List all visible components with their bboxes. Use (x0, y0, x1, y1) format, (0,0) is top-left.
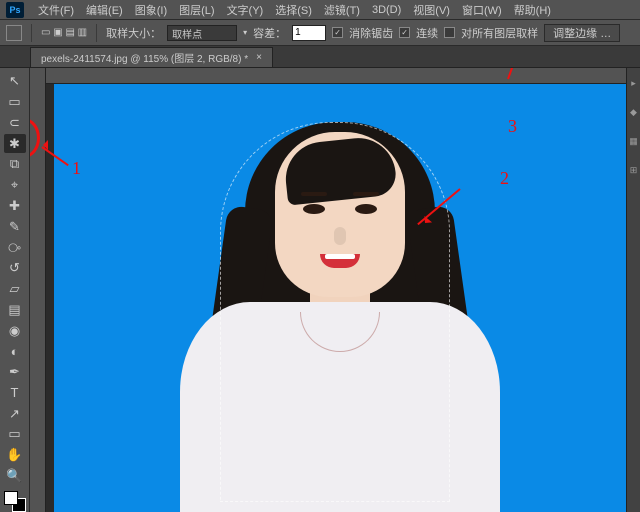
menu-help[interactable]: 帮助(H) (508, 2, 557, 18)
dodge-tool[interactable]: ◐ (4, 342, 26, 361)
antialias-label: 消除锯齿 (349, 25, 393, 41)
sample-size-label: 取样大小： (106, 25, 161, 41)
pen-tool[interactable]: ✒ (4, 363, 26, 382)
tolerance-input[interactable] (292, 25, 326, 41)
healing-tool[interactable]: ✚ (4, 197, 26, 216)
blur-tool[interactable]: ◉ (4, 321, 26, 340)
toolbox: ↖ ▭ ⊂ ✱ ⧉ ⌖ ✚ ✎ ⧂ ↺ ▱ ▤ ◉ ◐ ✒ T ↗ ▭ ✋ 🔍 (0, 68, 30, 512)
menu-view[interactable]: 视图(V) (407, 2, 456, 18)
rail-icon-expand[interactable]: ▸ (631, 78, 636, 89)
zoom-tool[interactable]: 🔍 (4, 467, 26, 486)
menu-layer[interactable]: 图层(L) (173, 2, 220, 18)
menu-type[interactable]: 文字(Y) (221, 2, 270, 18)
document-tab-title: pexels-2411574.jpg @ 115% (图层 2, RGB/8) … (41, 50, 248, 65)
menu-3d[interactable]: 3D(D) (366, 4, 407, 16)
path-select-tool[interactable]: ↗ (4, 404, 26, 423)
selection-mode-icons[interactable]: ▭ ▣ ▤ ▥ (41, 27, 87, 38)
app-logo: Ps (6, 2, 24, 18)
rail-icon-color[interactable]: ◆ (630, 107, 637, 118)
eyedropper-tool[interactable]: ⌖ (4, 176, 26, 195)
ruler-vertical (30, 68, 46, 512)
rail-icon-layers[interactable]: ⊞ (630, 165, 638, 176)
brush-tool[interactable]: ✎ (4, 217, 26, 236)
all-layers-label: 对所有图层取样 (461, 25, 538, 41)
ruler-horizontal (46, 68, 626, 84)
document-canvas[interactable] (54, 84, 626, 512)
gradient-tool[interactable]: ▤ (4, 300, 26, 319)
close-icon[interactable]: × (256, 52, 262, 63)
document-tab-bar: pexels-2411574.jpg @ 115% (图层 2, RGB/8) … (0, 46, 640, 68)
stamp-tool[interactable]: ⧂ (4, 238, 26, 257)
tool-preset-swatch[interactable] (6, 25, 22, 41)
menu-file[interactable]: 文件(F) (32, 2, 80, 18)
menu-edit[interactable]: 编辑(E) (80, 2, 129, 18)
document-tab[interactable]: pexels-2411574.jpg @ 115% (图层 2, RGB/8) … (30, 47, 273, 67)
history-brush-tool[interactable]: ↺ (4, 259, 26, 278)
canvas-area: 1 2 3 (30, 68, 626, 512)
eraser-tool[interactable]: ▱ (4, 280, 26, 299)
antialias-checkbox[interactable] (332, 27, 343, 38)
rail-icon-swatches[interactable]: ▦ (629, 136, 638, 147)
menu-window[interactable]: 窗口(W) (456, 2, 508, 18)
color-swatches[interactable] (4, 491, 26, 512)
menu-filter[interactable]: 滤镜(T) (318, 2, 366, 18)
menu-bar: Ps 文件(F) 编辑(E) 图象(I) 图层(L) 文字(Y) 选择(S) 滤… (0, 0, 640, 20)
menu-select[interactable]: 选择(S) (269, 2, 318, 18)
refine-edge-button[interactable]: 调整边缘 … (544, 24, 620, 42)
right-panel-rail: ▸ ◆ ▦ ⊞ (626, 68, 640, 512)
options-bar: ▭ ▣ ▤ ▥ 取样大小： 取样点 ▾ 容差： 消除锯齿 连续 对所有图层取样 … (0, 20, 640, 46)
lasso-tool[interactable]: ⊂ (4, 114, 26, 133)
text-tool[interactable]: T (4, 383, 26, 402)
marquee-tool[interactable]: ▭ (4, 93, 26, 112)
canvas-subject (170, 92, 510, 512)
tolerance-label: 容差： (253, 25, 286, 41)
hand-tool[interactable]: ✋ (4, 446, 26, 465)
contiguous-checkbox[interactable] (399, 27, 410, 38)
contiguous-label: 连续 (416, 25, 438, 41)
magic-wand-tool[interactable]: ✱ (4, 134, 26, 153)
sample-size-select[interactable]: 取样点 (167, 25, 237, 41)
all-layers-checkbox[interactable] (444, 27, 455, 38)
crop-tool[interactable]: ⧉ (4, 155, 26, 174)
menu-image[interactable]: 图象(I) (129, 2, 173, 18)
shape-tool[interactable]: ▭ (4, 425, 26, 444)
move-tool[interactable]: ↖ (4, 72, 26, 91)
